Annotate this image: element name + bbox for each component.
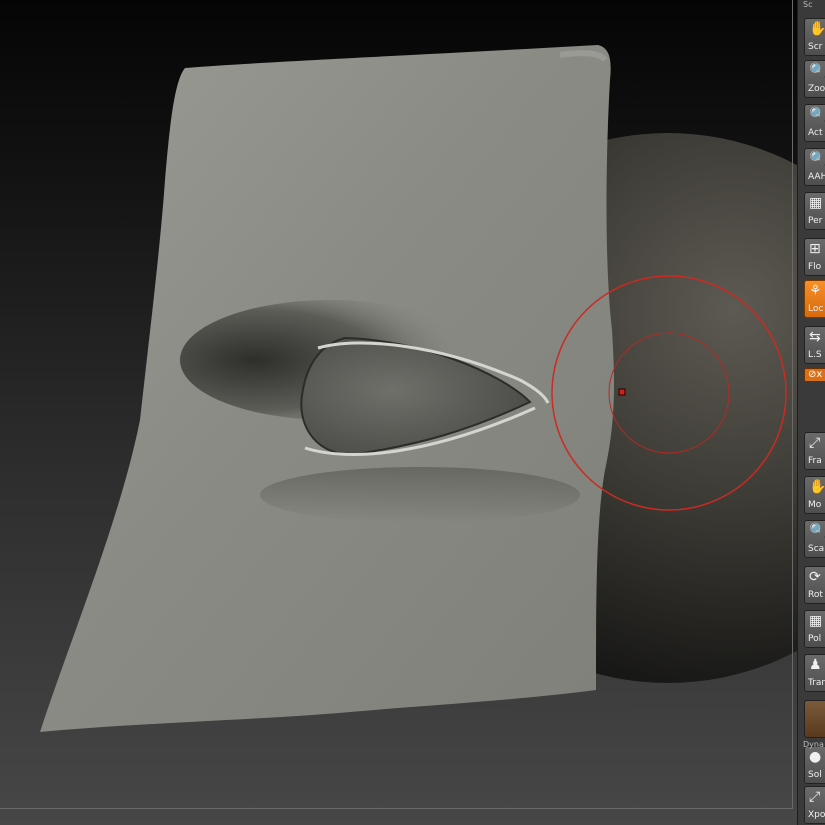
rotate-icon: ⟳ (809, 569, 821, 585)
canvas-viewport[interactable] (0, 0, 797, 825)
local-symmetry-icon: ⚘ (809, 283, 822, 299)
shelf-button-label: Sca (808, 544, 825, 554)
shelf-button-ls[interactable]: ⇆ L.S (804, 326, 825, 364)
solo-icon: ● (809, 749, 822, 765)
dynamic-section-tag: Dyna (803, 740, 824, 749)
shelf-button-label: Act (808, 128, 823, 138)
shelf-button-flo[interactable]: ⊞ Flo (804, 238, 825, 276)
shelf-button-aah[interactable]: 🔍 AAH (804, 148, 825, 186)
move-hand-icon: ✋ (809, 479, 825, 495)
shelf-button-label: Fra (808, 456, 822, 466)
shelf-button-label: Zoo (808, 84, 825, 94)
shelf-button-label: Per (808, 216, 823, 226)
transparency-icon: ♟ (809, 657, 822, 673)
shelf-section-tag: Sc (803, 0, 813, 9)
symmetry-toggle[interactable]: ⊘x (804, 368, 825, 382)
floor-grid-icon: ⊞ (809, 241, 821, 257)
shelf-button-pol[interactable]: ▦ Pol (804, 610, 825, 648)
shelf-button-scr[interactable]: ✋ Scr (804, 18, 825, 56)
shelf-button-label: Tran (808, 678, 825, 688)
shelf-button-sca[interactable]: 🔍 Sca (804, 520, 825, 558)
shelf-button-fra[interactable]: ⤢ Fra (804, 432, 825, 470)
shelf-button-label: Flo (808, 262, 822, 272)
antialias-half-icon: 🔍 (809, 151, 825, 167)
polyframe-icon: ▦ (809, 613, 823, 629)
local-sym-axis-icon: ⇆ (809, 329, 821, 345)
shelf-button-tran[interactable]: ♟ Tran (804, 654, 825, 692)
actual-size-icon: 🔍 (809, 107, 825, 123)
shelf-button-per[interactable]: ▦ Per (804, 192, 825, 230)
xpose-icon: ⤢ (809, 789, 821, 805)
shelf-button-rot[interactable]: ⟳ Rot (804, 566, 825, 604)
shelf-button-sol[interactable]: ● Sol (804, 746, 825, 784)
right-shelf: Sc ✋ Scr 🔍 Zoo 🔍 Act 🔍 AAH ▦ Per ⊞ Flo ⚘ Loc ⇆ L.S ⤢ Fra ✋ M… (797, 0, 825, 825)
shelf-button-label: Mo (808, 500, 822, 510)
shelf-button-label: Pol (808, 634, 822, 644)
lower-lid-shadow (260, 467, 580, 523)
shelf-button-zoo[interactable]: 🔍 Zoo (804, 60, 825, 98)
shelf-button-mo[interactable]: ✋ Mo (804, 476, 825, 514)
brush-cursor-point (618, 388, 626, 396)
perspective-icon: ▦ (809, 195, 823, 211)
shelf-button-label: Xpo (808, 810, 825, 820)
scale-icon: 🔍 (809, 523, 825, 539)
hand-icon: ✋ (809, 21, 825, 37)
shelf-button-xpo[interactable]: ⤢ Xpo (804, 786, 825, 824)
shelf-button-loc[interactable]: ⚘ Loc (804, 280, 825, 318)
shelf-button-label: Scr (808, 42, 823, 52)
shelf-button-label: L.S (808, 350, 822, 360)
shelf-button-label: Rot (808, 590, 823, 600)
shelf-button-label: Loc (808, 304, 824, 314)
shelf-button-label: Sol (808, 770, 822, 780)
shelf-button-act[interactable]: 🔍 Act (804, 104, 825, 142)
shelf-button-ghost[interactable] (804, 700, 825, 738)
scene-render[interactable] (0, 0, 797, 825)
zoom-icon: 🔍 (809, 63, 825, 79)
shelf-button-label: AAH (808, 172, 825, 182)
frame-icon: ⤢ (809, 435, 821, 451)
